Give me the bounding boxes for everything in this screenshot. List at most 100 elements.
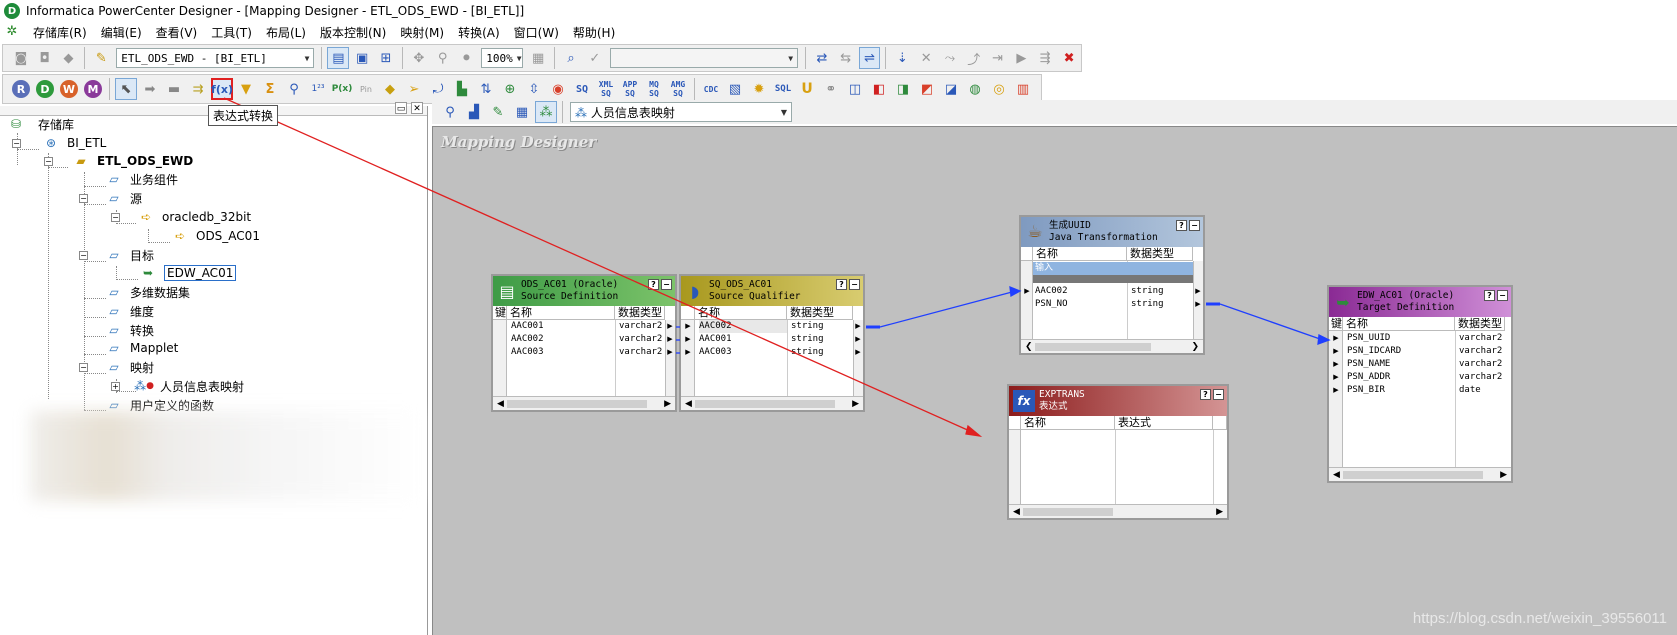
menu-layout[interactable]: 布局(L) [259,24,313,41]
mapping-workspace[interactable]: Mapping Designer ▤ ODS_AC01 (Oracle) Sou… [432,126,1677,635]
amg-sq-button[interactable]: AMG SQ [667,78,689,100]
table-row[interactable]: PSN_UUID [1347,332,1455,345]
port-arrow-icon[interactable]: ▶ [683,346,693,359]
help-icon[interactable]: ? [836,279,847,290]
unstructured-data-icon[interactable]: ▥ [1012,78,1034,100]
scroll-right-icon[interactable]: ▶ [852,399,859,409]
menu-repository[interactable]: 存储库(R) [26,24,94,41]
tree-cubes[interactable]: ▱ 多维数据集 [106,283,190,301]
overview-icon[interactable]: ⊞ [375,47,397,69]
menu-view[interactable]: 查看(V) [149,24,205,41]
tree-repo[interactable]: − ⊛ BI_ETL [12,134,106,152]
scroll-left-icon[interactable]: ◀ [685,399,692,409]
web-service-icon[interactable]: ◫ [844,78,866,100]
transaction-control-icon[interactable]: ✹ [748,78,770,100]
minimize-icon[interactable]: − [849,279,860,290]
tree-dimensions[interactable]: ▱ 维度 [106,302,154,320]
horizontal-scrollbar[interactable]: ◀ ▶ [1329,467,1511,481]
table-row[interactable]: PSN_NO [1035,298,1127,311]
update-strategy-icon[interactable]: ➢ [403,78,425,100]
zoom-fit-icon[interactable]: ⚫ [455,47,477,69]
port-arrow-icon[interactable]: ▶ [1331,332,1341,345]
menu-app-icon[interactable]: ✲ [4,24,20,40]
table-row[interactable]: PSN_NAME [1347,358,1455,371]
restore-icon[interactable]: ▭ [395,102,407,114]
tree-target-table[interactable]: ➥ EDW_AC01 [140,264,237,282]
identity-resolution-icon[interactable]: ◎ [988,78,1010,100]
port-arrow-icon[interactable]: ▶ [683,320,693,333]
normalizer-icon[interactable]: ⇉ [187,78,209,100]
table-row[interactable]: AAC003 [511,346,615,359]
menu-tools[interactable]: 工具(T) [204,24,259,41]
port-arrow-icon[interactable]: ▶ [683,333,693,346]
zoom-combo[interactable]: 100% ▼ [481,48,524,68]
app-sq-button[interactable]: APP SQ [619,78,641,100]
source-definition-header[interactable]: ▤ ODS_AC01 (Oracle) Source Definition ? − [493,276,675,306]
port-arrow-icon[interactable]: ▶ [665,333,675,346]
target-definition[interactable]: ➥ EDW_AC01 (Oracle) Target Definition ? −… [1327,285,1513,483]
port-arrow-icon[interactable]: ▶ [853,333,863,346]
sorter-icon[interactable]: ⇅ [475,78,497,100]
port-arrow-icon[interactable]: ▶ [665,320,675,333]
table-row[interactable]: AAC001 [699,333,787,346]
mapping-combo[interactable]: ⁂ 人员信息表映射 ▼ [570,102,792,122]
sequence-icon[interactable]: 1²³ [307,78,329,100]
close-icon[interactable]: ✕ [411,102,423,114]
table-row[interactable]: PSN_ADDR [1347,371,1455,384]
port-arrow-icon[interactable]: ▶ [1331,384,1341,397]
expression-transformation-header[interactable]: fx EXPTRANS 表达式 ? − [1009,386,1227,416]
tree-business-components[interactable]: ▱ 业务组件 [106,170,178,188]
menu-version-control[interactable]: 版本控制(N) [313,24,393,41]
unlink-icon[interactable]: ⤴ [963,47,985,69]
search-combo[interactable]: ▼ [609,48,799,68]
java-transformation-header[interactable]: ☕ 生成UUID Java Transformation ? − [1021,217,1203,247]
java-transformation[interactable]: ☕ 生成UUID Java Transformation ? − 名称 数据类型 … [1019,215,1205,355]
cdc-button[interactable]: CDC [700,78,722,100]
tree-mapplets[interactable]: ▱ Mapplet [106,339,178,357]
collapse-icon[interactable]: − [12,138,21,148]
sql-button[interactable]: SQL [772,78,794,100]
navigator-toggle-icon[interactable]: ▤ [327,47,350,69]
tree-targets[interactable]: − ▱ 目标 [79,246,154,264]
table-row[interactable]: AAC002 [1035,285,1127,298]
sq-button[interactable]: SQ [571,78,593,100]
scroll-left-icon[interactable]: ❮ [1025,342,1033,352]
table-row[interactable]: PSN_IDCARD [1347,345,1455,358]
minimize-icon[interactable]: − [1213,389,1224,400]
port-arrow-icon[interactable]: ▶ [853,346,863,359]
aggregator-icon[interactable]: Σ [259,78,281,100]
menu-help[interactable]: 帮助(H) [566,24,622,41]
scroll-left-icon[interactable]: ◀ [497,399,504,409]
find-icon[interactable]: ⌕ [560,47,582,69]
tree-source-table[interactable]: ➪ ODS_AC01 [172,227,260,245]
zoom-normal-icon[interactable]: ⚲ [432,47,454,69]
midstream-icon[interactable]: ▧ [724,78,746,100]
zoom-icon[interactable]: ⚲ [439,101,461,123]
stop-icon[interactable]: ✖ [1058,47,1080,69]
edit-icon[interactable]: ✎ [487,101,509,123]
designer-r-button[interactable]: R [10,78,32,100]
source-qualifier-header[interactable]: ◗ SQ_ODS_AC01 Source Qualifier ? − [681,276,863,306]
tree-root[interactable]: ⛁ 存储库 [8,115,74,133]
chart-icon[interactable]: ▟ [463,101,485,123]
table-icon[interactable]: ▦ [511,101,533,123]
port-arrow-icon[interactable]: ▶ [853,320,863,333]
input-group-row[interactable]: 输入 [1033,262,1127,275]
router-icon[interactable]: ◆ [379,78,401,100]
collapse-icon[interactable]: − [111,212,120,222]
collapse-icon[interactable]: − [79,362,88,372]
designer-m-button[interactable]: M [82,78,104,100]
union-transform-button[interactable]: U [796,78,818,100]
disconnect-icon[interactable]: ◘ [34,47,56,69]
output-toggle-icon[interactable]: ▣ [351,47,373,69]
expression-transformation[interactable]: fx EXPTRANS 表达式 ? − 名称 表达式 ◀ ▶ [1007,384,1229,520]
pan-icon[interactable]: ✥ [408,47,430,69]
help-icon[interactable]: ? [1484,290,1495,301]
mapping-icon[interactable]: ⁂ [535,101,557,123]
port-arrow-icon[interactable]: ▶ [1331,371,1341,384]
procedure-icon[interactable]: P(x) [331,78,353,100]
xml-generator-icon[interactable]: ◨ [892,78,914,100]
xml-icon[interactable]: ◉ [547,78,569,100]
scroll-left-icon[interactable]: ◀ [1013,507,1020,517]
table-row[interactable]: AAC002 [511,333,615,346]
